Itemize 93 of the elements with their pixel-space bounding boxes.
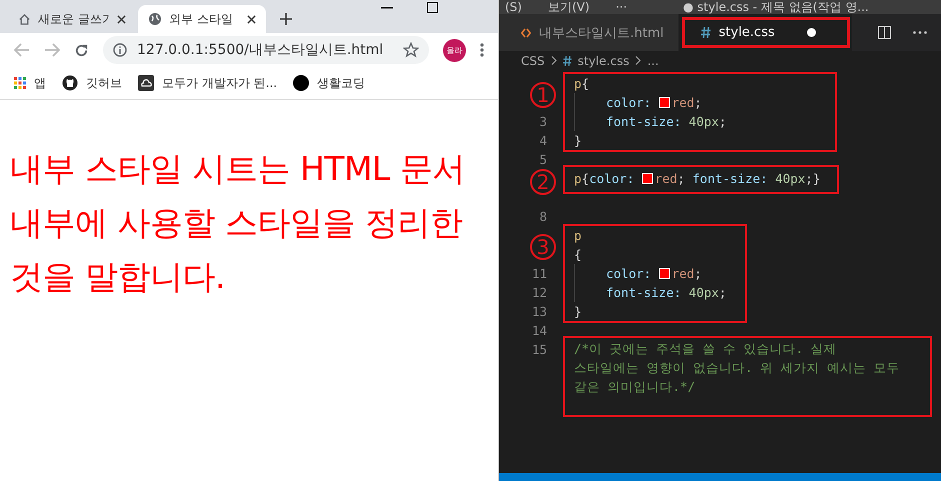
color-swatch-icon[interactable] <box>642 173 653 184</box>
close-icon[interactable] <box>117 14 126 24</box>
new-tab-icon[interactable] <box>280 13 292 25</box>
color-swatch-icon[interactable] <box>658 268 670 279</box>
code-token: ; <box>718 114 726 129</box>
browser-tab[interactable]: 외부 스타일 <box>138 5 266 33</box>
split-editor-icon[interactable] <box>878 26 891 39</box>
more-icon[interactable] <box>913 31 927 34</box>
minimize-icon[interactable] <box>381 7 393 9</box>
breadcrumb-item[interactable]: style.css <box>578 54 630 68</box>
line-number: 13 <box>532 304 547 319</box>
home-icon <box>18 12 31 26</box>
bookmark[interactable]: 생활코딩 <box>293 74 366 92</box>
tab-title: style.css <box>718 25 775 40</box>
bookmark[interactable]: 앱 <box>14 74 46 92</box>
close-icon[interactable] <box>247 14 256 24</box>
code-token: ; <box>718 285 726 300</box>
editor-tab[interactable]: style.css <box>678 14 853 51</box>
tab-title: 외부 스타일 <box>169 10 234 28</box>
line-number: 3 <box>539 114 547 129</box>
bookmark-label: 모두가 개발자가 된... <box>162 74 278 92</box>
bookmark-label: 앱 <box>34 74 46 92</box>
grid-icon <box>14 77 26 89</box>
star-icon[interactable] <box>403 42 419 58</box>
chevron-icon <box>635 56 642 65</box>
code-token: ;} <box>805 171 820 186</box>
code-token: red <box>672 266 694 281</box>
code-token: } <box>574 133 582 148</box>
code-token: font-size: <box>606 114 682 129</box>
line-number: 11 <box>532 266 547 281</box>
code-token: p <box>574 76 582 91</box>
circle-icon <box>293 75 310 91</box>
code-token: p <box>574 228 582 243</box>
line-number: 12 <box>532 285 547 300</box>
code-token: font-size: <box>606 285 682 300</box>
code-token: 40px <box>688 114 719 129</box>
code-token: red <box>654 171 678 186</box>
code-token: color: <box>606 266 652 281</box>
breadcrumb-item[interactable]: ... <box>647 54 659 68</box>
code-token: p <box>574 171 582 186</box>
tab-title: 새로운 글쓰기 <box>38 10 110 28</box>
cat-logo-icon <box>62 75 78 91</box>
page-paragraph: 내부 스타일 시트는 HTML 문서 내부에 사용할 스타일을 정리한 것을 말합니다. <box>10 148 466 298</box>
code-token: color: <box>589 171 636 186</box>
hash-icon <box>562 56 572 66</box>
code-token: { <box>582 171 590 186</box>
line-number: 15 <box>532 342 547 357</box>
info-icon <box>113 43 127 57</box>
code-comment: 같은 의미입니다.*/ <box>574 379 696 396</box>
code-token: 40px <box>688 285 719 300</box>
code-brackets-icon <box>521 28 531 38</box>
line-number: 14 <box>532 323 547 338</box>
more-icon[interactable] <box>480 43 484 57</box>
unsaved-dot-icon <box>806 28 816 37</box>
line-number: 4 <box>539 133 547 148</box>
address-bar[interactable]: 127.0.0.1:5500/내부스타일시트.html <box>103 36 429 64</box>
number-marker: 2 <box>530 169 556 195</box>
maximize-icon[interactable] <box>427 2 438 13</box>
code-token: ; <box>694 266 702 281</box>
hash-icon <box>700 27 711 38</box>
bookmark-label: 깃허브 <box>86 74 122 92</box>
menu-item[interactable]: (S) <box>505 0 522 14</box>
reload-icon[interactable] <box>74 42 89 58</box>
bookmark[interactable]: 모두가 개발자가 된... <box>138 74 278 92</box>
bookmark-label: 생활코딩 <box>317 74 366 92</box>
chevron-icon <box>550 56 557 65</box>
editor-tab[interactable]: 내부스타일시트.html <box>499 14 679 51</box>
code-token: font-size: <box>692 171 769 186</box>
color-swatch-icon[interactable] <box>658 97 670 108</box>
code-token: red <box>672 95 694 110</box>
browser-tab[interactable]: 새로운 글쓰기 <box>8 5 136 33</box>
breadcrumb-item[interactable]: CSS <box>521 54 545 68</box>
cloud-icon <box>138 75 154 91</box>
window-title: ● style.css - 제목 없음(작업 영... <box>683 0 869 14</box>
menu-item[interactable]: 보기(V) <box>548 0 590 14</box>
code-comment: 스타일에는 영향이 없습니다. 위 세가지 예시는 모두 <box>574 360 900 377</box>
code-token: ; <box>694 95 702 110</box>
code-token: ; <box>677 171 686 186</box>
bookmark[interactable]: 깃허브 <box>62 74 122 92</box>
tab-title: 내부스타일시트.html <box>539 24 664 42</box>
number-marker: 1 <box>530 82 556 108</box>
profile-avatar[interactable]: 올라 <box>443 38 466 62</box>
code-token: color: <box>606 95 652 110</box>
code-token: { <box>582 76 590 91</box>
line-number: 5 <box>539 152 547 167</box>
code-token: { <box>574 247 582 262</box>
code-comment: /*이 곳에는 주석을 쓸 수 있습니다. 실제 <box>574 341 837 358</box>
url-text: 127.0.0.1:5500/내부스타일시트.html <box>137 41 384 59</box>
code-token: } <box>574 304 582 319</box>
menu-item[interactable]: ··· <box>616 0 628 14</box>
line-number: 8 <box>539 209 547 224</box>
code-token: 40px <box>775 171 806 186</box>
number-marker: 3 <box>530 234 556 260</box>
